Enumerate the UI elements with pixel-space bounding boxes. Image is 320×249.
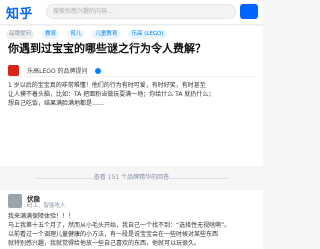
verified-icon [94,67,101,74]
tag-brand-question[interactable]: 品牌提问 [6,30,35,39]
answer-content: 我来满满保障体验！！！ 马上我第十五个月了，然而从小毛头开始，我自己一个找不到：… [8,212,257,248]
topic-tags: 品牌提问 教育 育儿 儿童教育 乐高 (LEGO) [6,30,170,40]
answer-line: 马上我第十五个月了，然而从小毛头开始，我自己一个找不到：“选择性无视啥啊”。 [8,222,231,229]
asker-name[interactable]: 乐高LEGO 的品牌提问 [27,66,87,75]
author-avatar[interactable] [8,194,22,208]
ask-button[interactable] [240,4,258,19]
answer-card: 伏隐 码工、智能吃人 我来满满保障体验！！！ 马上我第十五个月了，然而从小毛头开… [0,190,263,249]
search-input[interactable]: 搜索你感兴趣的内容… [46,4,236,19]
question-card: 品牌提问 教育 育儿 儿童教育 乐高 (LEGO) 你遇到过宝宝的哪些谜之行为令… [0,26,263,166]
divider [6,76,257,77]
question-asker[interactable]: 乐高LEGO 的品牌提问 [8,60,101,76]
question-body-line: 1 岁以后的宝宝真的非常难懂！他们的行为有时可爱，有时好笑，有时甚至 [8,82,206,89]
answer-line: 就特别感兴趣，我就觉得给他放一些自己喜欢的东西，他就可以玩很久。 [8,240,201,247]
see-all-answers-link[interactable]: 查看 151 个品牌精华的回答 [0,172,263,184]
page: 知乎 搜索你感兴趣的内容… 品牌提问 教育 育儿 儿童教育 乐高 (LEGO) … [0,0,263,249]
answer-line: 我来满满保障体验！！！ [8,213,75,220]
tag-child-education[interactable]: 儿童教育 [92,30,121,39]
tag-parenting[interactable]: 育儿 [67,30,85,39]
tag-lego[interactable]: 乐高 (LEGO) [128,30,167,39]
question-body-line: 想自己吃饭，结果满脸满地都是…… [8,100,105,107]
answer-line: 以前看过一个调理儿童健康的小方法，有一段是说宝宝会在一些时候对某些东西 [8,231,219,238]
author-bio: 码工、智能吃人 [27,203,66,209]
question-description: 1 岁以后的宝宝真的非常难懂！他们的行为有时可爱，有时好笑，有时甚至 让人摸不着… [8,81,256,108]
top-header: 知乎 搜索你感兴趣的内容… [0,0,263,25]
question-title[interactable]: 你遇到过宝宝的哪些谜之行为令人费解？ [8,42,258,55]
question-body-line: 让人摸不着头脑，比如：TA 把面粉当做玩耍满一地；你给什么 TA 就扔什么； [8,91,215,98]
lego-avatar[interactable] [8,65,19,76]
tag-education[interactable]: 教育 [42,30,60,39]
zhihu-logo[interactable]: 知乎 [6,3,33,22]
